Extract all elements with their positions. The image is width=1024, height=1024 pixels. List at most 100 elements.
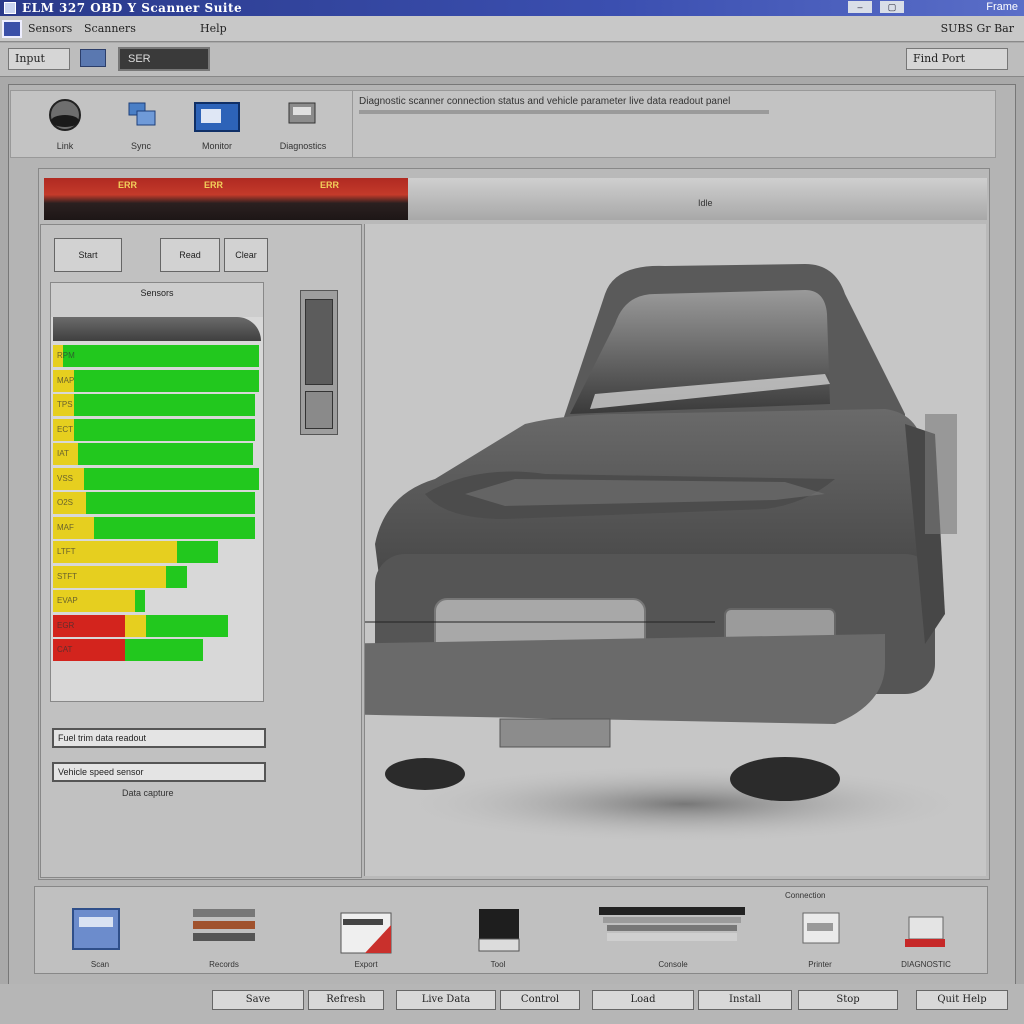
menu-item-scanners[interactable]: Scanners [84,22,136,35]
title-right-label: Frame [986,1,1018,13]
install-button[interactable]: Install [698,990,792,1010]
ser-button[interactable]: SER [118,47,210,71]
tile-export[interactable]: Export [321,895,411,971]
bars-cap [53,317,261,341]
tile-printer[interactable]: Printer [775,895,865,971]
bar-row-o2s: O2S [53,492,259,514]
tile-monitor[interactable]: Monitor [177,91,257,159]
tile-diagnostics[interactable]: Diagnostics [263,91,343,159]
bar-seg-green [74,418,255,441]
description-rule [359,110,769,114]
bar-seg-green [63,345,259,367]
live-data-button[interactable]: Live Data [396,990,496,1010]
bar-row-cat: CAT [53,639,259,661]
bar-row-egr: EGR [53,614,259,637]
bar-label: EGR [57,620,75,630]
menu-item-help[interactable]: Help [200,22,227,35]
bar-seg-green [125,639,203,661]
bottom-tool-strip: Scan Records Export Tool Console Connect… [34,886,988,974]
printer-icon [288,102,316,124]
bar-seg-green [135,590,145,612]
readout-field-2[interactable]: Vehicle speed sensor [52,762,266,782]
tile-link[interactable]: Link [25,91,105,159]
slider-thumb-top[interactable] [305,299,333,385]
bar-row-rpm: RPM [53,345,259,367]
bar-label: EVAP [57,596,78,605]
bar-row-maf: MAF [53,516,259,539]
menu-app-icon[interactable] [2,20,22,38]
tile-sync-label: Sync [130,141,151,151]
load-button[interactable]: Load [592,990,694,1010]
bar-label: O2S [57,498,74,507]
read-button[interactable]: Read [160,238,220,272]
connect-icon[interactable] [80,49,106,67]
tile-sync[interactable]: Sync [101,91,181,159]
vertical-slider[interactable] [300,290,338,435]
toolbar: Input SER Find Port [0,43,1024,77]
tile-printer-label: Printer [808,960,832,969]
control-button[interactable]: Control [500,990,580,1010]
tile-monitor-label: Monitor [201,141,232,151]
bar-label: MAP [57,375,75,385]
start-button[interactable]: Start [54,238,122,272]
bar-seg-green [86,492,255,514]
bar-label: LTFT [57,547,76,556]
menu-bar: Sensors Scanners Help SUBS Gr Bar [0,16,1024,42]
bar-label: TPS [57,400,73,409]
tile-tool[interactable]: Tool [453,895,543,971]
bar-label: RPM [57,351,75,360]
bar-seg-yellow [125,614,146,637]
quit-help-button[interactable]: Quit Help [916,990,1008,1010]
save-button[interactable]: Save [212,990,304,1010]
tile-console-label: Console [658,960,688,969]
network-icon [128,102,156,126]
bar-label: MAF [57,522,74,532]
bar-label: VSS [57,473,74,483]
bar-row-ect: ECT [53,418,259,441]
bar-row-tps: TPS [53,394,259,416]
export-icon [340,912,392,954]
slider-thumb-bottom[interactable] [305,391,333,429]
bar-seg-green [166,565,187,588]
window-title: ELM 327 OBD Y Scanner Suite [22,1,243,15]
tile-tool-label: Tool [490,960,506,969]
bar-row-ltft: LTFT [53,541,259,563]
sensor-bar-chart: Sensors RPM MAP TPS ECT IAT VSS O2S MAF LTFT STFT… [50,282,264,702]
tile-diagnostic-label: DIAGNOSTIC [901,960,951,969]
bar-seg-green [84,467,259,490]
maximize-button[interactable]: ▢ [880,1,904,13]
bar-label: IAT [57,449,69,458]
title-bar: ELM 327 OBD Y Scanner Suite – ▢ Frame [0,0,1024,16]
diagnostic-icon [905,916,945,947]
status-idle-segment: Idle [408,178,987,220]
bar-label: ECT [57,424,73,434]
menu-item-sensors[interactable]: Sensors [28,22,72,35]
minimize-button[interactable]: – [848,1,872,13]
footer-bar: Save Refresh Live Data Control Load Inst… [0,984,1024,1024]
vehicle-view [364,224,986,876]
bar-seg-green [94,516,255,539]
bar-label: CAT [57,645,73,654]
menu-right-label: SUBS Gr Bar [940,22,1014,35]
status-seg-3: ERR [320,180,340,190]
status-bar: ERR ERR ERR Idle [44,178,987,220]
globe-icon [49,99,81,131]
bar-row-iat: IAT [53,443,259,465]
tile-scan[interactable]: Scan [55,895,145,971]
bars-title: Sensors [51,283,263,317]
tile-diagnostics-label: Diagnostics [279,141,327,151]
clear-button[interactable]: Clear [224,238,268,272]
records-icon [193,909,255,941]
app-icon [4,2,16,14]
readout-field-1[interactable]: Fuel trim data readout [52,728,266,748]
find-port-field[interactable]: Find Port [906,48,1008,70]
tile-records[interactable]: Records [179,895,269,971]
tile-console[interactable]: Console [593,895,753,971]
stop-button[interactable]: Stop [798,990,898,1010]
status-alert-segment: ERR ERR ERR [44,178,408,220]
input-field[interactable]: Input [8,48,70,70]
tile-diagnostic[interactable]: DIAGNOSTIC [881,895,971,971]
bar-label: STFT [57,571,77,581]
refresh-button[interactable]: Refresh [308,990,384,1010]
status-seg-2: ERR [204,180,224,190]
